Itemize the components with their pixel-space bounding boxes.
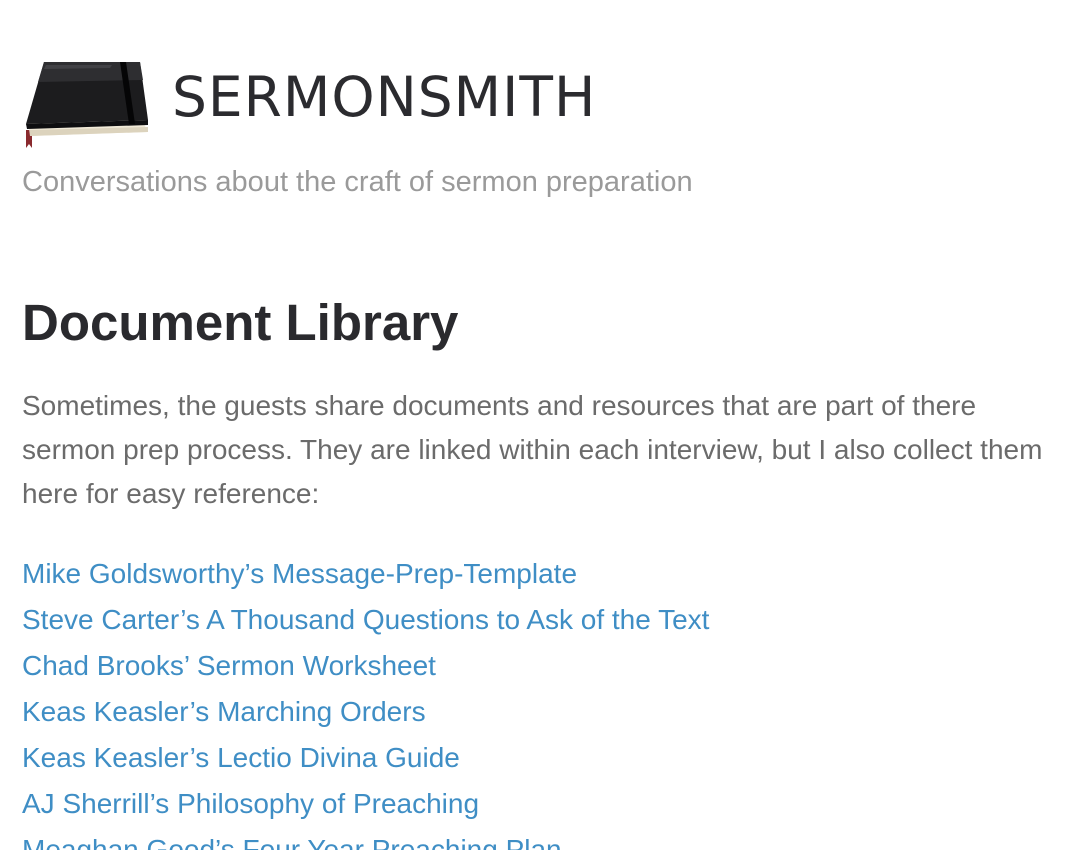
page-title: Document Library <box>22 294 459 351</box>
document-link-goldsworthy[interactable]: Mike Goldsworthy’s Message-Prep-Template <box>22 558 577 589</box>
list-item: Mike Goldsworthy’s Message-Prep-Template <box>22 551 709 597</box>
site-title[interactable]: SERMONSMITH <box>172 62 596 132</box>
list-item: Steve Carter’s A Thousand Questions to A… <box>22 597 709 643</box>
document-link-good[interactable]: Meaghan Good’s Four Year Preaching Plan <box>22 834 562 850</box>
site-tagline: Conversations about the craft of sermon … <box>22 166 693 198</box>
document-link-keasler-marching[interactable]: Keas Keasler’s Marching Orders <box>22 696 426 727</box>
list-item: Chad Brooks’ Sermon Worksheet <box>22 643 709 689</box>
notebook-icon[interactable] <box>22 58 150 148</box>
document-list: Mike Goldsworthy’s Message-Prep-Template… <box>22 551 709 850</box>
document-link-brooks[interactable]: Chad Brooks’ Sermon Worksheet <box>22 650 436 681</box>
document-link-carter[interactable]: Steve Carter’s A Thousand Questions to A… <box>22 604 709 635</box>
list-item: AJ Sherrill’s Philosophy of Preaching <box>22 781 709 827</box>
document-link-sherrill[interactable]: AJ Sherrill’s Philosophy of Preaching <box>22 788 479 819</box>
document-link-keasler-lectio[interactable]: Keas Keasler’s Lectio Divina Guide <box>22 742 460 773</box>
intro-paragraph: Sometimes, the guests share documents an… <box>22 390 1043 509</box>
list-item: Keas Keasler’s Lectio Divina Guide <box>22 735 709 781</box>
masthead: SERMONSMITH <box>22 56 722 148</box>
list-item: Meaghan Good’s Four Year Preaching Plan <box>22 827 709 850</box>
list-item: Keas Keasler’s Marching Orders <box>22 689 709 735</box>
